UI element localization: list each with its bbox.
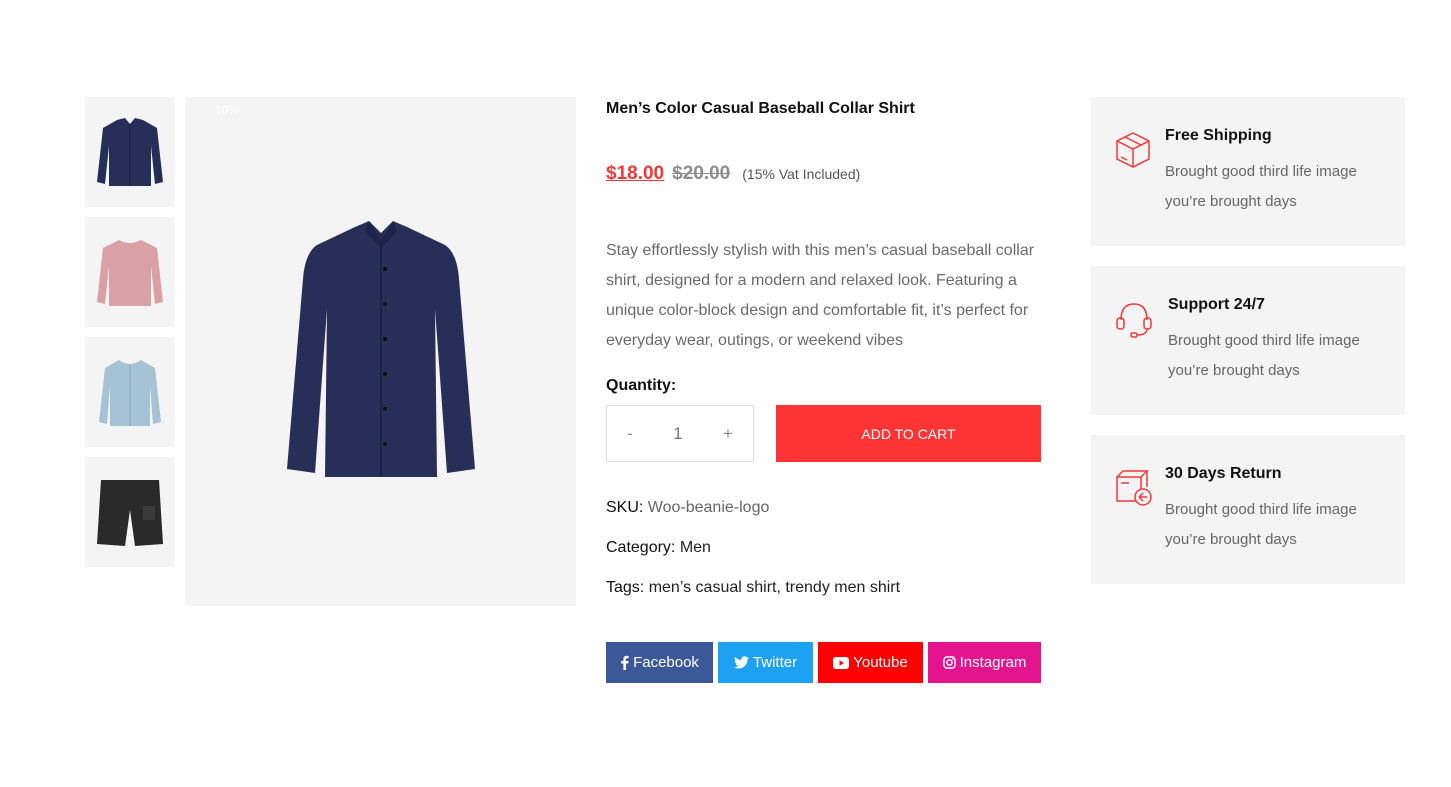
price-row: $18.00 $20.00 (15% Vat Included) (606, 163, 1046, 185)
pink-sweater-image (97, 240, 163, 306)
sale-price: $18.00 (606, 163, 665, 184)
discount-badge: 10% (215, 103, 240, 117)
quantity-input[interactable]: 1 (673, 424, 682, 444)
product-title: Men’s Color Casual Baseball Collar Shirt (606, 100, 915, 117)
navy-shirt-large-image (287, 221, 475, 477)
instagram-share-button[interactable]: Instagram (928, 642, 1041, 683)
quantity-decrease-button[interactable]: - (627, 424, 633, 444)
main-product-image[interactable]: 10% (185, 97, 576, 606)
instagram-label: Instagram (959, 654, 1027, 671)
twitter-share-button[interactable]: Twitter (718, 642, 813, 683)
instagram-icon (942, 656, 956, 669)
product-description: Stay effortlessly stylish with this men’… (606, 242, 1035, 349)
facebook-label: Facebook (633, 654, 699, 671)
headset-icon (1116, 303, 1152, 338)
feature-text: Brought good third life image you’re bro… (1168, 332, 1360, 379)
tags-row: Tags: men’s casual shirt, trendy men shi… (606, 568, 1046, 608)
vat-note: (15% Vat Included) (742, 166, 861, 182)
box-icon (1116, 132, 1150, 168)
feature-title: Support 24/7 (1168, 296, 1265, 313)
sku-value: Woo-beanie-logo (647, 499, 770, 516)
feature-support: Support 24/7 Brought good third life ima… (1091, 266, 1405, 415)
youtube-icon (833, 656, 850, 669)
cart-row: - 1 + ADD TO CART (606, 405, 1046, 462)
tags-label: Tags: (606, 579, 645, 596)
facebook-icon (621, 655, 629, 670)
tags-links[interactable]: men’s casual shirt, trendy men shirt (649, 579, 900, 596)
quantity-increase-button[interactable]: + (723, 424, 733, 444)
social-share: Facebook Twitter Youtube Instagram (606, 642, 1046, 683)
feature-title: 30 Days Return (1165, 465, 1282, 482)
return-box-icon (1116, 470, 1152, 506)
thumbnail-navy-shirt[interactable] (85, 97, 175, 207)
quantity-label: Quantity: (606, 377, 677, 394)
thumbnail-black-cargo-shorts[interactable] (85, 457, 175, 567)
youtube-label: Youtube (853, 654, 908, 671)
add-to-cart-button[interactable]: ADD TO CART (776, 405, 1041, 462)
sku-row: SKU: Woo-beanie-logo (606, 488, 1046, 528)
feature-text: Brought good third life image you’re bro… (1165, 163, 1357, 210)
navy-shirt-image (97, 118, 163, 186)
thumbnail-light-blue-cardigan[interactable] (85, 337, 175, 447)
twitter-icon (733, 656, 749, 669)
product-meta: SKU: Woo-beanie-logo Category: Men Tags:… (606, 488, 1046, 608)
category-label: Category: (606, 539, 676, 556)
feature-text: Brought good third life image you’re bro… (1165, 501, 1357, 548)
sku-label: SKU: (606, 499, 644, 516)
category-link[interactable]: Men (680, 539, 711, 556)
original-price: $20.00 (672, 163, 731, 184)
black-cargo-shorts-image (97, 480, 163, 546)
product-info: Men’s Color Casual Baseball Collar Shirt… (606, 97, 1046, 683)
feature-list: Free Shipping Brought good third life im… (1091, 97, 1405, 604)
feature-free-shipping: Free Shipping Brought good third life im… (1091, 97, 1405, 246)
light-blue-cardigan-image (99, 360, 161, 426)
quantity-stepper: - 1 + (606, 405, 754, 462)
facebook-share-button[interactable]: Facebook (606, 642, 713, 683)
category-row: Category: Men (606, 528, 1046, 568)
feature-return: 30 Days Return Brought good third life i… (1091, 435, 1405, 584)
twitter-label: Twitter (752, 654, 798, 671)
feature-title: Free Shipping (1165, 127, 1272, 144)
thumbnail-pink-sweater[interactable] (85, 217, 175, 327)
youtube-share-button[interactable]: Youtube (818, 642, 923, 683)
thumbnail-list (85, 97, 175, 577)
